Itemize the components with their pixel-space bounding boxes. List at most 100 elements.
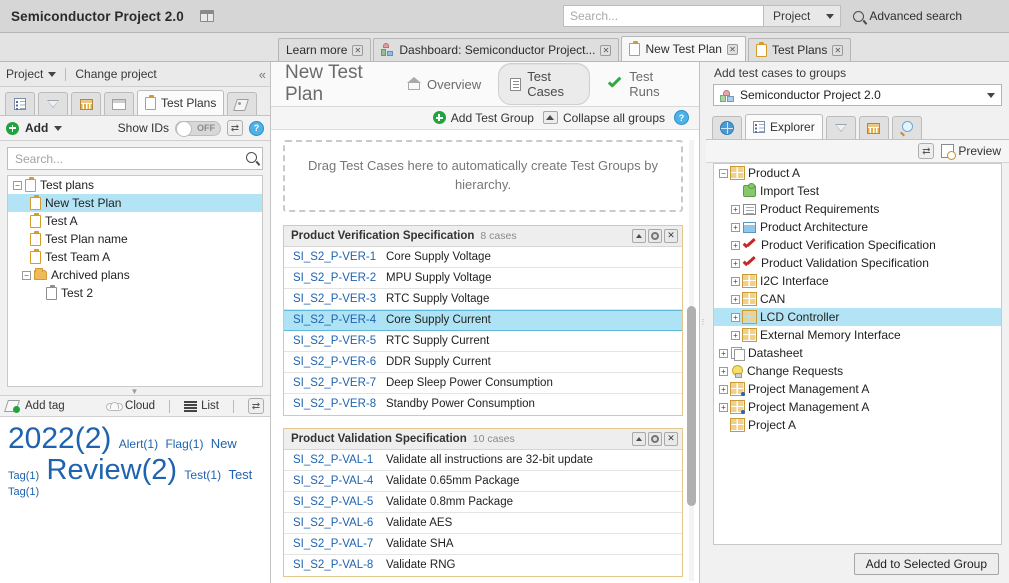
tree-node-lcd-controller[interactable]: + LCD Controller bbox=[714, 308, 1001, 326]
sidebar-search-input[interactable] bbox=[7, 147, 263, 170]
right-tab-filter[interactable] bbox=[826, 116, 856, 139]
tag-item[interactable]: Alert(1) bbox=[119, 438, 158, 451]
project-select[interactable]: Semiconductor Project 2.0 bbox=[713, 84, 1002, 106]
table-row[interactable]: SI_S2_P-VER-8 Standby Power Consumption bbox=[284, 394, 682, 415]
expander-icon[interactable]: + bbox=[731, 205, 740, 214]
tree-node-new-test-plan[interactable]: New Test Plan bbox=[8, 194, 262, 212]
tab-learn-more[interactable]: Learn more ✕ bbox=[278, 38, 371, 61]
tree-node-test-a[interactable]: Test A bbox=[8, 212, 262, 230]
right-tab-grid[interactable] bbox=[859, 116, 889, 139]
test-case-id[interactable]: SI_S2_P-VER-6 bbox=[284, 356, 386, 368]
add-plus-icon[interactable] bbox=[6, 122, 19, 135]
add-test-group-button[interactable]: Add Test Group bbox=[433, 111, 534, 125]
sidebar-tab-grid[interactable] bbox=[71, 92, 101, 115]
close-icon[interactable]: ✕ bbox=[352, 45, 363, 56]
tag-item[interactable]: Test(1) bbox=[184, 469, 221, 482]
collapse-panel-icon[interactable]: « bbox=[259, 67, 264, 82]
show-ids-toggle[interactable]: OFF bbox=[175, 121, 221, 136]
test-case-id[interactable]: SI_S2_P-VER-7 bbox=[284, 377, 386, 389]
panel-splitter[interactable]: ▼ bbox=[0, 387, 270, 395]
help-icon[interactable]: ? bbox=[674, 110, 689, 125]
advanced-search-link[interactable]: Advanced search bbox=[853, 9, 962, 23]
test-case-id[interactable]: SI_S2_P-VAL-6 bbox=[284, 517, 386, 529]
tag-item[interactable]: Tag(1) bbox=[8, 487, 39, 499]
expander-icon[interactable]: + bbox=[719, 367, 728, 376]
tree-node-project-management-a-1[interactable]: + Project Management A bbox=[714, 380, 1001, 398]
test-case-id[interactable]: SI_S2_P-VER-5 bbox=[284, 335, 386, 347]
tree-node-archived-plans[interactable]: − Archived plans bbox=[8, 266, 262, 284]
refresh-icon[interactable]: ⇄ bbox=[918, 143, 934, 159]
tag-item[interactable]: Flag(1) bbox=[165, 438, 203, 451]
close-icon[interactable]: ✕ bbox=[664, 229, 678, 243]
expander-icon[interactable]: + bbox=[731, 313, 740, 322]
project-menu[interactable]: Project bbox=[6, 67, 56, 81]
sidebar-tab-test-plans[interactable]: Test Plans bbox=[137, 90, 224, 115]
tab-dashboard[interactable]: Dashboard: Semiconductor Project... ✕ bbox=[373, 38, 619, 61]
tag-item[interactable]: 2022(2) bbox=[8, 423, 111, 455]
tab-test-cases[interactable]: Test Cases bbox=[498, 63, 590, 105]
drop-zone[interactable]: Drag Test Cases here to automatically cr… bbox=[283, 140, 683, 212]
tree-node-product-verification-specification[interactable]: + Product Verification Specification bbox=[714, 236, 1001, 254]
sidebar-tab-tag[interactable] bbox=[227, 92, 257, 115]
tree-node-test-plans[interactable]: − Test plans bbox=[8, 176, 262, 194]
tree-node-test-team-a[interactable]: Test Team A bbox=[8, 248, 262, 266]
tree-node-product-a[interactable]: − Product A bbox=[714, 164, 1001, 182]
tab-test-runs[interactable]: Test Runs bbox=[596, 64, 685, 104]
table-row[interactable]: SI_S2_P-VAL-6 Validate AES bbox=[284, 513, 682, 534]
refresh-icon[interactable]: ⇄ bbox=[248, 398, 264, 414]
layout-icon[interactable] bbox=[200, 10, 214, 22]
close-icon[interactable]: ✕ bbox=[727, 44, 738, 55]
test-case-id[interactable]: SI_S2_P-VAL-7 bbox=[284, 538, 386, 550]
test-case-id[interactable]: SI_S2_P-VAL-1 bbox=[284, 454, 386, 466]
tree-node-test-plan-name[interactable]: Test Plan name bbox=[8, 230, 262, 248]
test-case-id[interactable]: SI_S2_P-VER-2 bbox=[284, 272, 386, 284]
table-row[interactable]: SI_S2_P-VER-4 Core Supply Current bbox=[284, 310, 682, 331]
chevron-down-icon[interactable] bbox=[981, 85, 1001, 105]
sidebar-tab-filter[interactable] bbox=[38, 92, 68, 115]
table-row[interactable]: SI_S2_P-VER-7 Deep Sleep Power Consumpti… bbox=[284, 373, 682, 394]
expander-icon[interactable]: + bbox=[731, 277, 740, 286]
table-row[interactable]: SI_S2_P-VER-2 MPU Supply Voltage bbox=[284, 268, 682, 289]
close-icon[interactable]: ✕ bbox=[832, 45, 843, 56]
table-row[interactable]: SI_S2_P-VER-6 DDR Supply Current bbox=[284, 352, 682, 373]
expander-icon[interactable]: + bbox=[731, 295, 740, 304]
right-tab-globe[interactable] bbox=[712, 116, 742, 139]
collapse-group-icon[interactable] bbox=[632, 229, 646, 243]
tag-item[interactable]: New bbox=[211, 437, 237, 451]
tag-item[interactable]: Test bbox=[228, 468, 252, 482]
test-case-id[interactable]: SI_S2_P-VER-4 bbox=[284, 314, 386, 326]
expander-icon[interactable]: + bbox=[731, 331, 740, 340]
add-to-selected-group-button[interactable]: Add to Selected Group bbox=[854, 553, 999, 575]
expander-icon[interactable]: − bbox=[13, 181, 22, 190]
expander-icon[interactable]: + bbox=[731, 259, 740, 268]
close-icon[interactable]: ✕ bbox=[664, 432, 678, 446]
preview-button[interactable]: Preview bbox=[941, 144, 1001, 158]
collapse-all-groups-button[interactable]: Collapse all groups bbox=[543, 111, 665, 125]
tree-node-product-validation-specification[interactable]: + Product Validation Specification bbox=[714, 254, 1001, 272]
expander-icon[interactable]: − bbox=[719, 169, 728, 178]
search-input[interactable] bbox=[563, 5, 763, 27]
search-scope-dropdown[interactable]: Project bbox=[763, 5, 841, 27]
tree-node-product-architecture[interactable]: + Product Architecture bbox=[714, 218, 1001, 236]
scrollbar-thumb[interactable] bbox=[687, 306, 696, 506]
tab-new-test-plan[interactable]: New Test Plan ✕ bbox=[621, 36, 745, 61]
test-case-id[interactable]: SI_S2_P-VAL-5 bbox=[284, 496, 386, 508]
tab-overview[interactable]: Overview bbox=[396, 72, 492, 97]
test-plan-tree[interactable]: − Test plans New Test Plan Test A Test P… bbox=[7, 175, 263, 387]
expander-icon[interactable]: + bbox=[719, 349, 728, 358]
tree-node-i2c-interface[interactable]: + I2C Interface bbox=[714, 272, 1001, 290]
sidebar-tab-window[interactable] bbox=[104, 92, 134, 115]
sidebar-tab-list-view[interactable] bbox=[5, 92, 35, 115]
tree-node-test-2[interactable]: Test 2 bbox=[8, 284, 262, 302]
table-row[interactable]: SI_S2_P-VER-1 Core Supply Voltage bbox=[284, 247, 682, 268]
expander-icon[interactable]: + bbox=[731, 223, 740, 232]
test-case-id[interactable]: SI_S2_P-VER-8 bbox=[284, 398, 386, 410]
right-tab-search[interactable] bbox=[892, 116, 922, 139]
test-case-id[interactable]: SI_S2_P-VER-1 bbox=[284, 251, 386, 263]
tree-node-can[interactable]: + CAN bbox=[714, 290, 1001, 308]
tree-node-external-memory-interface[interactable]: + External Memory Interface bbox=[714, 326, 1001, 344]
test-case-id[interactable]: SI_S2_P-VAL-4 bbox=[284, 475, 386, 487]
expander-icon[interactable]: − bbox=[22, 271, 31, 280]
project-explorer-tree[interactable]: − Product A Import Test + Product Requir… bbox=[713, 163, 1002, 545]
list-view-button[interactable]: List bbox=[184, 400, 219, 412]
